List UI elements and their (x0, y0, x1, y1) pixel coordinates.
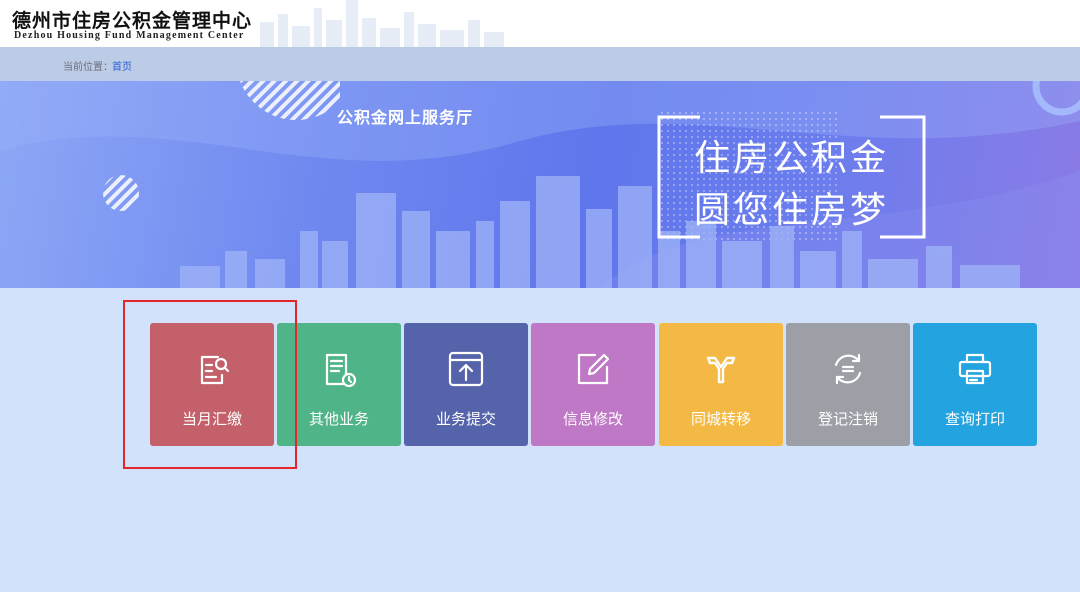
slogan-line-2: 圆您住房梦 (694, 190, 890, 231)
tile-business-submit[interactable]: 业务提交 (404, 323, 528, 446)
header-skyline-decoration (260, 0, 504, 47)
slogan-line-1: 住房公积金 (694, 138, 890, 179)
tile-label: 登记注销 (817, 411, 878, 428)
tile-other-business[interactable]: 其他业务 (277, 323, 401, 446)
breadcrumb-label: 当前位置： (63, 62, 113, 73)
banner-title: 公积金网上服务厅 (337, 110, 474, 127)
breadcrumb: 当前位置： 首页 (0, 47, 1080, 81)
tile-label: 其他业务 (308, 411, 369, 428)
tile-label: 业务提交 (435, 411, 496, 428)
tile-label: 同城转移 (690, 411, 751, 428)
tile-info-modify[interactable]: 信息修改 (531, 323, 655, 446)
document-search-icon (200, 355, 230, 385)
tile-label: 当月汇缴 (181, 411, 242, 428)
upload-icon (448, 351, 484, 387)
org-name-cn: 德州市住房公积金管理中心 (12, 10, 253, 32)
printer-icon (958, 353, 992, 385)
tile-monthly-contribution[interactable]: 当月汇缴 (150, 323, 274, 446)
breadcrumb-home-link[interactable]: 首页 (112, 58, 132, 73)
org-name-en: Dezhou Housing Fund Management Center (14, 30, 245, 41)
tile-label: 查询打印 (944, 411, 1005, 428)
tile-label: 信息修改 (562, 411, 623, 428)
tile-query-print[interactable]: 查询打印 (913, 323, 1037, 446)
transfer-icon (706, 356, 736, 384)
tile-city-transfer[interactable]: 同城转移 (659, 323, 783, 446)
document-clock-icon (325, 353, 357, 388)
cancel-icon (834, 353, 862, 385)
tile-register-cancel[interactable]: 登记注销 (786, 323, 910, 446)
slogan-box: 住房公积金 圆您住房梦 (656, 115, 926, 237)
edit-icon (577, 353, 610, 385)
site-header: 德州市住房公积金管理中心 Dezhou Housing Fund Managem… (0, 0, 1080, 47)
banner: 公积金网上服务厅 住房公积金 圆您住房梦 (0, 81, 1080, 288)
